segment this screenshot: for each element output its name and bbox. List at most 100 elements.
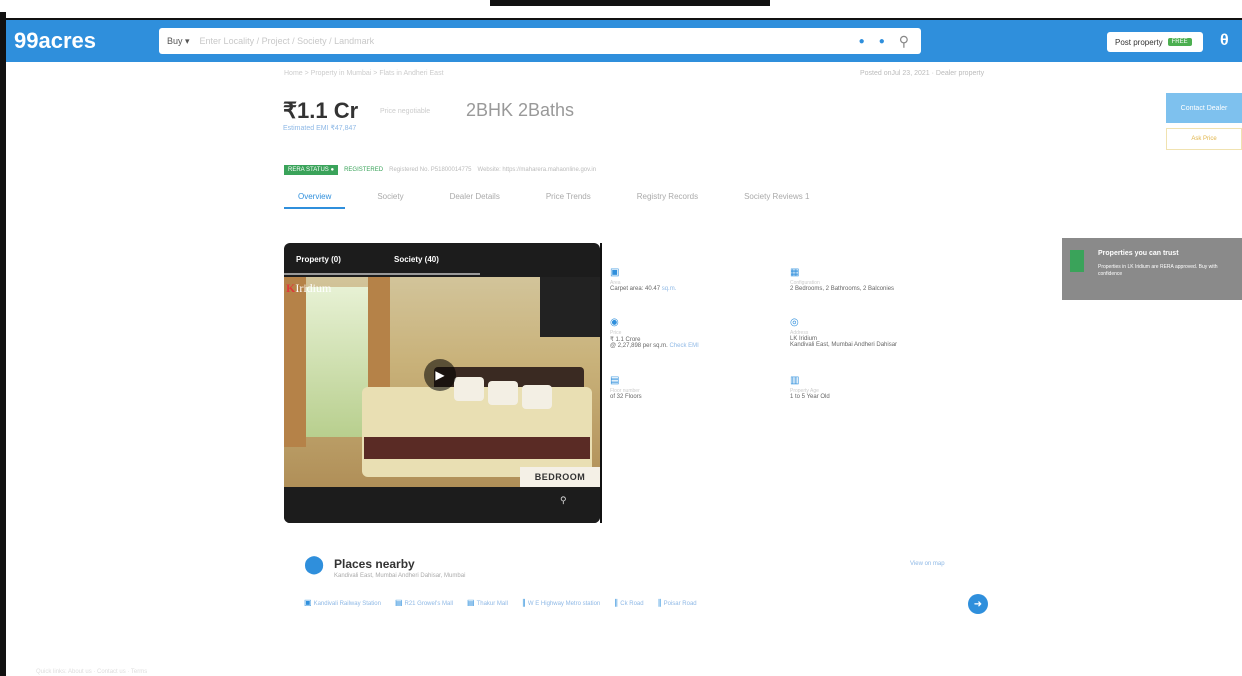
- media-gallery[interactable]: Property (0) Society (40) KIridium ▶ BED…: [284, 243, 600, 523]
- mall-icon: ▤: [467, 598, 475, 607]
- media-footer: [284, 487, 600, 523]
- detail-value: Carpet area: 40.47: [610, 286, 661, 292]
- trust-banner-title: Properties you can trust: [1098, 250, 1179, 257]
- top-header: 99acres Buy ▾ Enter Locality / Project /…: [6, 18, 1242, 62]
- nearby-chip[interactable]: ∥ Poisar Road: [658, 598, 697, 607]
- metro-icon: ∥: [521, 598, 526, 607]
- location-pin-icon: ⬤: [304, 554, 325, 574]
- price: ₹1.1 Cr: [283, 98, 359, 123]
- view-on-map-link[interactable]: View on map: [910, 561, 945, 567]
- section-tabs: Overview Society Dealer Details Price Tr…: [284, 186, 841, 209]
- building-age-icon: ▥: [790, 375, 800, 386]
- tab-society-reviews-label: Society Reviews: [744, 192, 803, 201]
- detail-value: of 32 Floors: [610, 394, 642, 400]
- address-line: Kandivali East, Mumbai Andheri Dahisar: [790, 342, 898, 348]
- tab-dealer-details[interactable]: Dealer Details: [436, 186, 514, 209]
- mic-icon[interactable]: ●: [879, 36, 885, 47]
- configuration-title: 2BHK 2Baths: [466, 100, 575, 120]
- price-note: Price negotiable: [380, 108, 431, 115]
- detail-label: Price: [610, 330, 622, 336]
- area-icon: ▣: [610, 267, 620, 278]
- breadcrumb[interactable]: Home > Property in Mumbai > Flats in And…: [284, 70, 444, 77]
- nearby-chip[interactable]: ∥ W E Highway Metro station: [522, 598, 600, 607]
- search-type-label: Buy: [167, 35, 183, 46]
- trust-banner-text: Properties in LK Iridium are RERA approv…: [1098, 264, 1218, 277]
- price-icon: ◉: [610, 317, 619, 328]
- bed-icon: ▦: [790, 267, 800, 278]
- tab-society-reviews-count: 1: [805, 192, 810, 201]
- trust-banner[interactable]: Properties you can trust Properties in L…: [1062, 238, 1242, 300]
- emi-link[interactable]: Estimated EMI ₹47,847: [283, 124, 356, 132]
- unit-select[interactable]: sq.m.: [662, 286, 677, 292]
- tab-overview[interactable]: Overview: [284, 186, 346, 209]
- detail-configuration: ▦ Configuration 2 Bedrooms, 2 Bathrooms,…: [790, 267, 894, 292]
- property-details: ▣ Area Carpet area: 40.47 sq.m. ▦ Config…: [600, 243, 995, 523]
- address-icon: ◎: [790, 317, 799, 328]
- next-arrow-icon[interactable]: ➜: [968, 594, 988, 614]
- bedroom-photo[interactable]: KIridium ▶ BEDROOM: [284, 277, 600, 487]
- nearby-chip[interactable]: ∥ Ck Road: [614, 598, 643, 607]
- tab-society-photos[interactable]: Society (40): [382, 243, 480, 275]
- detail-floor: ▤ Floor number of 32 Floors: [610, 375, 642, 400]
- pillow: [454, 377, 484, 401]
- road-icon: ∥: [614, 598, 619, 607]
- floor-icon: ▤: [610, 375, 620, 386]
- rera-website-note[interactable]: Website: https://maharera.mahaonline.gov…: [478, 167, 597, 173]
- nearby-chip-label: Poisar Road: [663, 601, 697, 607]
- detail-age: ▥ Property Age 1 to 5 Year Old: [790, 375, 830, 400]
- nearby-chips: ▣ Kandivali Railway Station ▤ R21 Growel's…: [304, 598, 697, 607]
- mall-icon: ▤: [394, 598, 403, 607]
- ribbon-icon: [1070, 250, 1084, 272]
- detail-address: ◎ Address LK Iridium Kandivali East, Mum…: [790, 317, 897, 348]
- nearby-chip-label: Thakur Mall: [476, 601, 508, 607]
- tab-registry-records[interactable]: Registry Records: [623, 186, 712, 209]
- detail-value: 1 to 5 Year Old: [790, 394, 830, 400]
- rera-status-label: RERA STATUS: [288, 167, 329, 173]
- tab-society-reviews[interactable]: Society Reviews 1: [730, 186, 823, 209]
- rera-status-badge: RERA STATUS ●: [284, 165, 339, 175]
- nearby-chip[interactable]: ▤ R21 Growel's Mall: [395, 598, 453, 607]
- pillow: [488, 381, 518, 405]
- search-bar[interactable]: Buy ▾ Enter Locality / Project / Society…: [159, 28, 921, 54]
- detail-value: 2 Bedrooms, 2 Bathrooms, 2 Balconies: [790, 286, 895, 292]
- tab-price-trends[interactable]: Price Trends: [532, 186, 605, 209]
- location-icon[interactable]: ●: [859, 36, 865, 47]
- play-icon[interactable]: ▶: [424, 359, 456, 391]
- user-icon[interactable]: θ: [1220, 32, 1229, 50]
- search-input[interactable]: Enter Locality / Project / Society / Lan…: [200, 36, 859, 46]
- places-nearby-subtitle: Kandivali East, Mumbai Andheri Dahisar, …: [334, 573, 466, 579]
- photo-caption: BEDROOM: [520, 467, 600, 487]
- rera-badges: RERA STATUS ● REGISTERED Registered No. …: [284, 165, 596, 175]
- zoom-icon[interactable]: ⚲: [560, 495, 567, 506]
- tab-society[interactable]: Society: [363, 186, 417, 209]
- nearby-chip-label: W E Highway Metro station: [527, 601, 601, 607]
- places-nearby-title: Places nearby: [334, 557, 415, 571]
- nearby-chip[interactable]: ▤ Thakur Mall: [467, 598, 508, 607]
- media-tabs: Property (0) Society (40): [284, 243, 600, 275]
- train-icon: ▣: [304, 598, 312, 607]
- check-emi-link[interactable]: Check EMI: [669, 343, 698, 349]
- bed-throw: [364, 437, 590, 459]
- project-logo: KIridium: [286, 281, 331, 296]
- nearby-chip-label: R21 Growel's Mall: [404, 601, 454, 607]
- project-logo-mark: K: [286, 281, 296, 295]
- nearby-chip-label: Kandivali Railway Station: [313, 601, 381, 607]
- road-icon: ∥: [657, 598, 662, 607]
- tab-property-photos[interactable]: Property (0): [284, 243, 382, 275]
- pillow: [522, 385, 552, 409]
- posted-date: Posted onJul 23, 2021 · Dealer property: [860, 70, 985, 77]
- free-badge: FREE: [1167, 38, 1192, 46]
- wall-poster: [540, 277, 600, 337]
- contact-dealer-button[interactable]: Contact Dealer: [1166, 93, 1242, 123]
- post-property-button[interactable]: Post property FREE: [1107, 32, 1203, 52]
- logo[interactable]: 99acres: [14, 28, 154, 54]
- footer-links[interactable]: Quick links: About us · Contact us · Ter…: [36, 669, 147, 675]
- search-icon[interactable]: ⚲: [899, 33, 909, 50]
- left-border: [0, 12, 6, 676]
- registration-number: Registered No. P51800014775: [389, 167, 472, 173]
- search-type-select[interactable]: Buy ▾: [167, 36, 190, 47]
- nearby-chip[interactable]: ▣ Kandivali Railway Station: [304, 598, 381, 607]
- top-strip: [490, 0, 770, 6]
- ask-price-button[interactable]: Ask Price: [1166, 128, 1242, 150]
- detail-area: ▣ Area Carpet area: 40.47 sq.m.: [610, 267, 676, 292]
